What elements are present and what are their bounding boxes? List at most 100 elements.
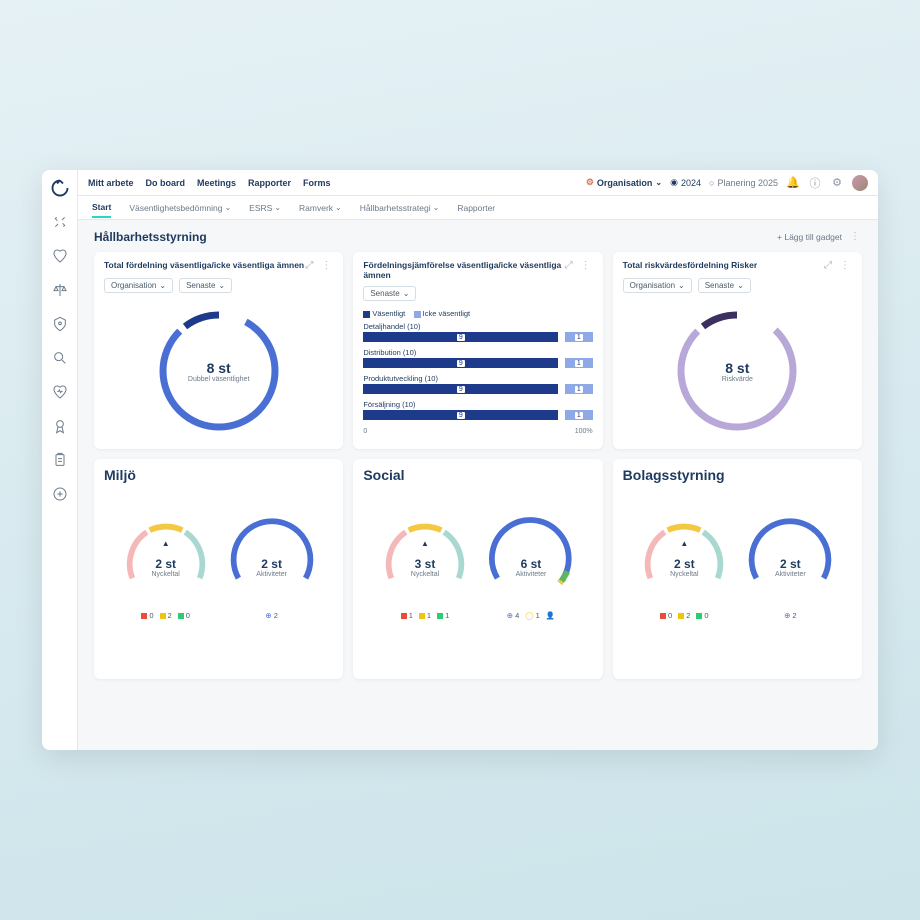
card-riskvarde: Total riskvärdesfördelning Risker ⤢ ⋮ Org…	[613, 252, 862, 449]
card-total-fordelning: Total fördelning väsentliga/icke väsentl…	[94, 252, 343, 449]
bar-segment-nonessential: 1	[565, 358, 593, 368]
filter-senaste[interactable]: Senaste⌄	[363, 286, 416, 301]
bar-track: 91	[363, 358, 592, 368]
planning-selector[interactable]: ○ Planering 2025	[709, 178, 778, 188]
tab-rapporter-sub[interactable]: Rapporter	[457, 203, 495, 213]
info-icon[interactable]: ⓘ	[808, 176, 822, 190]
shield-icon[interactable]	[50, 314, 70, 334]
page-header: Hållbarhetsstyrning + Lägg till gadget ⋮	[94, 230, 862, 244]
activity-a-count: ⊕4	[507, 611, 519, 620]
clipboard-icon[interactable]	[50, 450, 70, 470]
bar-row: Detaljhandel (10)91	[363, 322, 592, 342]
indicator-value: 1	[445, 611, 449, 620]
indicator-swatch	[141, 613, 147, 619]
content: Hållbarhetsstyrning + Lägg till gadget ⋮…	[78, 220, 878, 750]
activity-count: ⊕2	[784, 611, 796, 620]
add-gadget-button[interactable]: + Lägg till gadget	[777, 232, 842, 242]
year-label: 2024	[681, 178, 701, 188]
avatar[interactable]	[852, 175, 868, 191]
donut-chart: 8 st Dubbel väsentlighet	[104, 301, 333, 441]
bell-icon[interactable]: 🔔	[786, 176, 800, 190]
indicator-swatch	[696, 613, 702, 619]
chevron-down-icon: ⌄	[274, 203, 281, 212]
card-fordelning-jamforelse: Fördelningsjämförelse väsentliga/icke vä…	[353, 252, 602, 449]
tools-icon[interactable]	[50, 212, 70, 232]
indicator-swatch	[178, 613, 184, 619]
gauge-row: ▲ 2 stNyckeltal 020 2 stAktiviteter	[104, 491, 333, 620]
year-selector[interactable]: ◉ 2024	[670, 177, 701, 188]
gauge-aktiviteter: 2 stAktiviteter ⊕2	[224, 511, 320, 620]
nav-do-board[interactable]: Do board	[146, 178, 186, 188]
expand-icon[interactable]: ⤢	[305, 260, 317, 272]
more-icon[interactable]: ⋮	[321, 260, 333, 272]
nav-right: ⚙ Organisation ⌄ ◉ 2024 ○ Planering 2025…	[586, 175, 868, 191]
heart-icon[interactable]	[50, 246, 70, 266]
indicator-item: 2	[678, 611, 690, 620]
indicator-item: 0	[696, 611, 708, 620]
card-title: Total riskvärdesfördelning Risker	[623, 260, 824, 270]
card-social: Social ▲ 3 stNyckeltal 111	[353, 459, 602, 679]
expand-icon[interactable]: ⤢	[824, 260, 836, 272]
legend-swatch	[414, 311, 421, 318]
donut-sub: Dubbel väsentlighet	[188, 376, 250, 383]
tab-vasentlighet[interactable]: Väsentlighetsbedömning⌄	[129, 203, 231, 213]
app-window: Mitt arbete Do board Meetings Rapporter …	[42, 170, 878, 750]
bar-segment-essential: 9	[363, 358, 558, 368]
indicator-value: 0	[186, 611, 190, 620]
more-icon[interactable]: ⋮	[581, 260, 593, 272]
bar-chart: Detaljhandel (10)91Distribution (10)91Pr…	[363, 322, 592, 426]
award-icon[interactable]	[50, 416, 70, 436]
indicator-swatch	[419, 613, 425, 619]
gauge-nyckeltal: ▲ 2 stNyckeltal 020	[636, 511, 732, 620]
chevron-down-icon: ⌄	[433, 203, 440, 212]
tab-ramverk[interactable]: Ramverk⌄	[299, 203, 342, 213]
bar-row: Försäljning (10)91	[363, 400, 592, 420]
card-row-1: Total fördelning väsentliga/icke väsentl…	[94, 252, 862, 449]
pointer-icon: ▲	[680, 539, 688, 548]
bar-track: 91	[363, 410, 592, 420]
top-nav: Mitt arbete Do board Meetings Rapporter …	[78, 170, 878, 196]
search-icon[interactable]	[50, 348, 70, 368]
indicator-value: 1	[409, 611, 413, 620]
bar-label: Distribution (10)	[363, 348, 592, 357]
tab-start[interactable]: Start	[92, 202, 111, 218]
expand-icon[interactable]: ⤢	[565, 260, 577, 272]
add-icon[interactable]	[50, 484, 70, 504]
nav-meetings[interactable]: Meetings	[197, 178, 236, 188]
org-dropdown[interactable]: ⚙ Organisation ⌄	[586, 177, 662, 188]
card-miljo: Miljö ▲ 2 stNyckeltal 020	[94, 459, 343, 679]
indicator-value: 2	[686, 611, 690, 620]
card-title: Fördelningsjämförelse väsentliga/icke vä…	[363, 260, 564, 280]
filter-org[interactable]: Organisation⌄	[623, 278, 692, 293]
gear-icon[interactable]: ⚙	[830, 176, 844, 190]
filter-senaste[interactable]: Senaste⌄	[179, 278, 232, 293]
more-icon[interactable]: ⋮	[840, 260, 852, 272]
indicator-item: 0	[141, 611, 153, 620]
chevron-down-icon: ⌄	[403, 289, 410, 298]
indicator-item: 1	[437, 611, 449, 620]
scales-icon[interactable]	[50, 280, 70, 300]
indicators: 020	[660, 611, 709, 620]
nav-rapporter[interactable]: Rapporter	[248, 178, 291, 188]
bar-segment-essential: 9	[363, 332, 558, 342]
pulse-icon[interactable]	[50, 382, 70, 402]
indicator-item: 0	[660, 611, 672, 620]
activity-b-count: ◯1	[525, 611, 540, 620]
filter-senaste[interactable]: Senaste⌄	[698, 278, 751, 293]
tab-esrs[interactable]: ESRS⌄	[249, 203, 281, 213]
indicator-item: 2	[160, 611, 172, 620]
donut-value: 8 st	[722, 360, 753, 376]
nav-forms[interactable]: Forms	[303, 178, 331, 188]
nav-mitt-arbete[interactable]: Mitt arbete	[88, 178, 134, 188]
more-icon[interactable]: ⋮	[850, 231, 862, 243]
gauge-aktiviteter: 6 stAktiviteter ⊕4 ◯1 👤	[483, 511, 579, 620]
bar-label: Försäljning (10)	[363, 400, 592, 409]
card-title: Social	[363, 467, 592, 483]
tab-hallbarhet[interactable]: Hållbarhetsstrategi⌄	[360, 203, 440, 213]
indicator-swatch	[678, 613, 684, 619]
bar-segment-essential: 9	[363, 410, 558, 420]
bar-segment-nonessential: 1	[565, 384, 593, 394]
filter-org[interactable]: Organisation⌄	[104, 278, 173, 293]
indicators: 111	[401, 611, 450, 620]
bar-segment-nonessential: 1	[565, 410, 593, 420]
